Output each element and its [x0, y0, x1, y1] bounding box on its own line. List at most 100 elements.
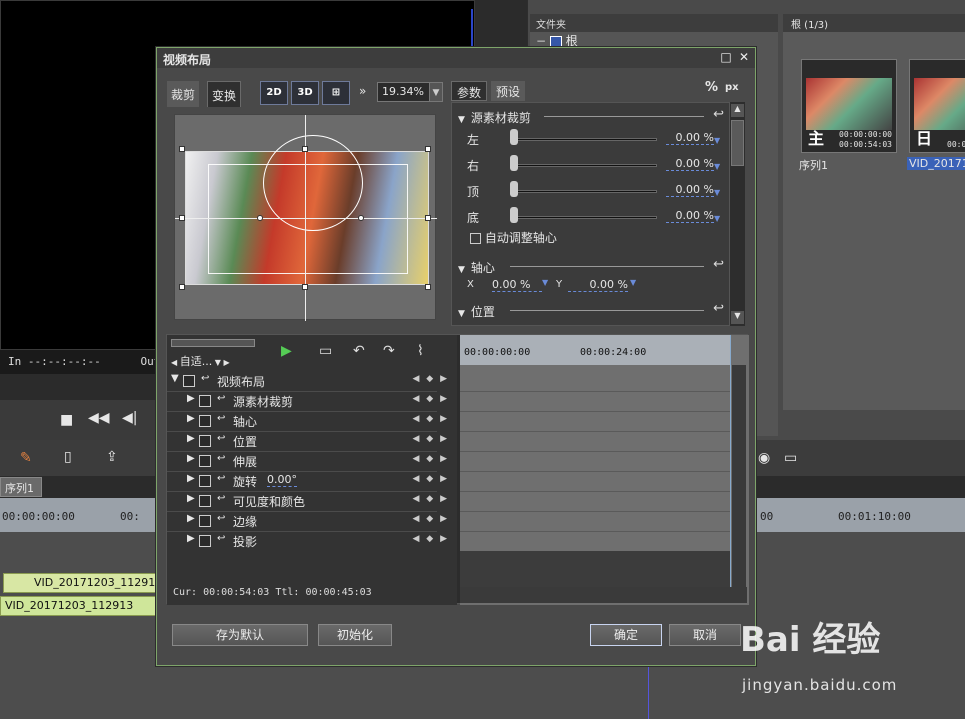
handle-top-left[interactable]: [179, 146, 185, 152]
checkbox-icon[interactable]: [199, 415, 211, 427]
chevron-down-icon[interactable]: ▼: [429, 82, 443, 102]
auto-pivot-checkbox[interactable]: 自动调整轴心: [470, 229, 557, 246]
kf-row-visibility[interactable]: ▶ ↩ 可见度和颜色 ◀ ◆ ▶: [167, 491, 457, 511]
reset-icon[interactable]: ↩: [217, 413, 225, 424]
3d-button[interactable]: 3D: [291, 81, 319, 105]
reset-icon[interactable]: ↩: [713, 257, 724, 272]
grid-toggle-icon[interactable]: ⊞: [322, 81, 350, 105]
edit-icon[interactable]: ✎: [20, 450, 32, 466]
reset-icon[interactable]: ↩: [217, 433, 225, 444]
scroll-thumb[interactable]: [731, 120, 744, 166]
handle-top[interactable]: [302, 146, 308, 152]
handle-top-right[interactable]: [425, 146, 431, 152]
timeline-tab[interactable]: 序列1: [0, 477, 42, 497]
chevron-down-icon[interactable]: ▼: [630, 278, 636, 287]
checkbox-icon[interactable]: [199, 455, 211, 467]
chevron-right-icon[interactable]: ▶: [187, 393, 195, 404]
slider-knob[interactable]: [510, 207, 518, 223]
kf-row-shadow[interactable]: ▶ ↩ 投影 ◀ ◆ ▶: [167, 531, 457, 551]
playhead[interactable]: [648, 665, 649, 719]
handle-bottom-right[interactable]: [425, 284, 431, 290]
save-default-button[interactable]: 存为默认: [172, 624, 308, 646]
checkbox-icon[interactable]: [183, 375, 195, 387]
chevron-right-icon[interactable]: ▶: [187, 473, 195, 484]
chevron-down-icon[interactable]: ▼: [714, 188, 720, 197]
reset-icon[interactable]: ↩: [217, 393, 225, 404]
chevron-right-icon[interactable]: ▶: [187, 493, 195, 504]
redo-icon[interactable]: ↷: [383, 343, 395, 363]
fit-dropdown[interactable]: ◀ 自适... ▼ ▶: [171, 353, 251, 368]
chevron-down-icon[interactable]: ▼: [714, 136, 720, 145]
slider-knob[interactable]: [510, 181, 518, 197]
kf-row-rotation[interactable]: ▶ ↩ 旋转 0.00° ◀ ◆ ▶: [167, 471, 457, 491]
handle-circle-left[interactable]: [257, 215, 263, 221]
preview-icon[interactable]: ▭: [319, 343, 332, 363]
close-icon[interactable]: ✕: [737, 50, 751, 64]
keyframe-nav-icon[interactable]: ◀ ◆ ▶: [413, 514, 450, 524]
clip-sequence1[interactable]: 主 00:00:00:00 00:00:54:03: [801, 59, 897, 153]
keyframe-timeline[interactable]: 00:00:00:00 00:00:24:00: [460, 335, 749, 605]
step-back-icon[interactable]: ◀|: [122, 410, 137, 426]
kf-row-video-layout[interactable]: ▼ ↩ 视频布局 ◀ ◆ ▶: [167, 371, 457, 391]
chevron-right-icon[interactable]: ▶: [187, 433, 195, 444]
unit-px-button[interactable]: px: [725, 82, 739, 93]
chevron-right-icon[interactable]: ▶: [187, 413, 195, 424]
checkbox-icon[interactable]: [199, 475, 211, 487]
keyframe-nav-icon[interactable]: ◀ ◆ ▶: [413, 394, 450, 404]
kf-row-source-crop[interactable]: ▶ ↩ 源素材裁剪 ◀ ◆ ▶: [167, 391, 457, 411]
handle-right[interactable]: [425, 215, 431, 221]
play-icon[interactable]: ▶: [281, 343, 292, 363]
kf-row-position[interactable]: ▶ ↩ 位置 ◀ ◆ ▶: [167, 431, 457, 451]
slider-top[interactable]: [512, 190, 657, 193]
rewind-icon[interactable]: ◀◀: [88, 410, 110, 426]
kf-row-pivot[interactable]: ▶ ↩ 轴心 ◀ ◆ ▶: [167, 411, 457, 431]
chevron-right-icon[interactable]: ▶: [187, 453, 195, 464]
section-position[interactable]: ▼ 位置: [458, 303, 495, 320]
2d-button[interactable]: 2D: [260, 81, 288, 105]
checkbox-icon[interactable]: [470, 233, 481, 244]
chevron-down-icon[interactable]: ▼: [714, 214, 720, 223]
reset-icon[interactable]: ↩: [713, 301, 724, 316]
tab-transform[interactable]: 变换: [207, 81, 242, 107]
handle-circle-right[interactable]: [358, 215, 364, 221]
chevron-down-icon[interactable]: ▼: [714, 162, 720, 171]
rotation-circle[interactable]: [263, 135, 363, 231]
section-pivot[interactable]: ▼ 轴心: [458, 259, 495, 276]
param-left-value[interactable]: 0.00 %: [666, 131, 714, 145]
stop-icon[interactable]: ■: [60, 412, 73, 428]
keyframe-hscroll[interactable]: [460, 587, 747, 603]
chevron-right-icon[interactable]: ▶: [187, 533, 195, 544]
layout-preview[interactable]: [174, 114, 437, 321]
scroll-up-icon[interactable]: ▲: [731, 104, 744, 117]
expand-icon[interactable]: »: [359, 84, 366, 98]
kf-row-stretch[interactable]: ▶ ↩ 伸展 ◀ ◆ ▶: [167, 451, 457, 471]
slider-knob[interactable]: [510, 155, 518, 171]
slider-left[interactable]: [512, 138, 657, 141]
checkbox-icon[interactable]: [199, 435, 211, 447]
tab-params[interactable]: 参数: [451, 81, 488, 101]
tab-crop[interactable]: 裁剪: [167, 81, 200, 107]
tab-presets[interactable]: 预设: [491, 81, 526, 101]
checkbox-icon[interactable]: [199, 535, 211, 547]
chevron-down-icon[interactable]: ▼: [171, 373, 179, 384]
reset-icon[interactable]: ↩: [217, 513, 225, 524]
window-icon[interactable]: ▭: [784, 450, 797, 466]
slider-right[interactable]: [512, 164, 657, 167]
pivot-y-value[interactable]: 0.00 %: [568, 278, 628, 292]
document-icon[interactable]: ▯: [64, 449, 72, 465]
handle-bottom[interactable]: [302, 284, 308, 290]
keyframe-nav-icon[interactable]: ◀ ◆ ▶: [413, 374, 450, 384]
chevron-right-icon[interactable]: ▶: [187, 513, 195, 524]
keyframe-ruler[interactable]: 00:00:00:00 00:00:24:00: [460, 335, 730, 365]
scroll-down-icon[interactable]: ▼: [731, 311, 744, 324]
graph-icon[interactable]: ⌇: [417, 343, 424, 363]
reset-icon[interactable]: ↩: [217, 453, 225, 464]
param-right-value[interactable]: 0.00 %: [666, 157, 714, 171]
track-clip-audio[interactable]: VID_20171203_112913: [0, 596, 157, 616]
ok-button[interactable]: 确定: [590, 624, 662, 646]
section-crop[interactable]: ▼ 源素材裁剪: [458, 109, 531, 126]
keyframe-nav-icon[interactable]: ◀ ◆ ▶: [413, 414, 450, 424]
reset-icon[interactable]: ↩: [201, 373, 209, 384]
pivot-x-value[interactable]: 0.00 %: [492, 278, 542, 292]
zoom-slider[interactable]: [171, 339, 255, 347]
